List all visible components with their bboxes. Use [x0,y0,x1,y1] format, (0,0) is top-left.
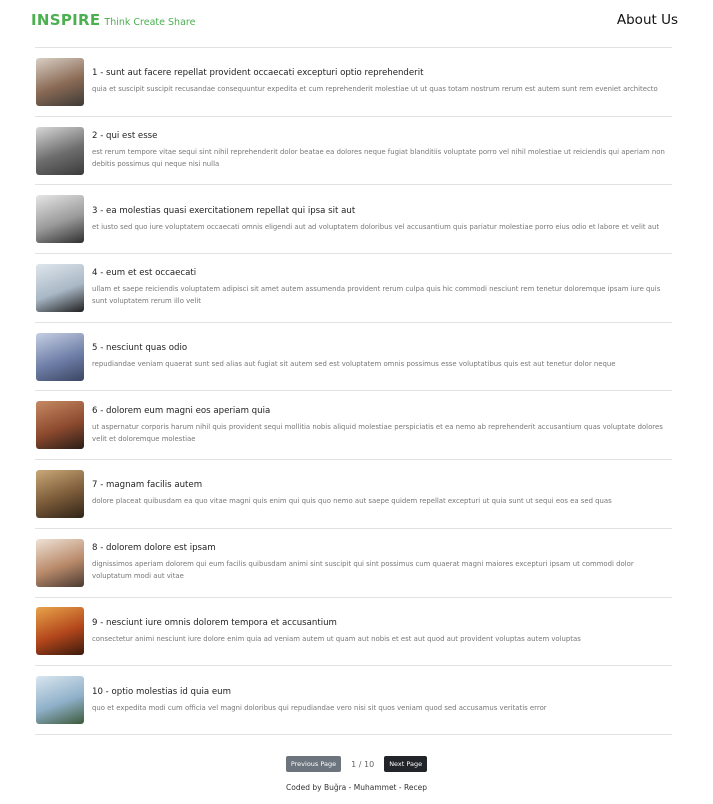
post-text: 2 - qui est esse est rerum tempore vitae … [92,131,672,170]
post-item[interactable]: 10 - optio molestias id quia eum quo et e… [35,666,672,735]
post-item[interactable]: 3 - ea molestias quasi exercitationem re… [35,185,672,255]
post-text: 6 - dolorem eum magni eos aperiam quia ut… [92,406,672,445]
post-thumbnail-image[interactable] [36,332,84,381]
post-text: 1 - sunt aut facere repellat provident o… [92,68,672,95]
post-item[interactable]: 8 - dolorem dolore est ipsam dignissimos … [35,529,672,598]
post-title[interactable]: 5 - nesciunt quas odio [92,343,672,353]
post-body: repudiandae veniam quaerat sunt sed alia… [92,360,616,369]
post-thumbnail-image[interactable] [36,538,84,587]
post-body: est rerum tempore vitae sequi sint nihil… [92,148,665,169]
post-thumbnail-image[interactable] [36,57,84,106]
post-item[interactable]: 9 - nesciunt iure omnis dolorem tempora … [35,598,672,667]
page-indicator: 1 / 10 [351,759,375,769]
post-body: dolore placeat quibusdam ea quo vitae ma… [92,497,612,506]
post-body: dignissimos aperiam dolorem qui eum faci… [92,560,634,581]
post-body: quia et suscipit suscipit recusandae con… [92,85,658,94]
post-title[interactable]: 10 - optio molestias id quia eum [92,687,672,697]
post-title[interactable]: 4 - eum et est occaecati [92,268,672,278]
post-title[interactable]: 7 - magnam facilis autem [92,480,672,490]
post-text: 10 - optio molestias id quia eum quo et e… [92,687,672,714]
post-text: 8 - dolorem dolore est ipsam dignissimos … [92,543,672,582]
post-text: 3 - ea molestias quasi exercitationem re… [92,206,672,233]
about-us-link[interactable]: About Us [617,12,678,28]
footer-credits: Coded by Buğra - Muhammet - Recep [286,783,427,792]
brand-tagline: Think Create Share [104,17,196,28]
post-thumbnail-image[interactable] [36,126,84,175]
post-body: quo et expedita modi cum officia vel mag… [92,703,547,712]
post-item[interactable]: 6 - dolorem eum magni eos aperiam quia ut… [35,391,672,461]
site-header: INSPIRE Think Create Share About Us [0,0,713,46]
post-thumbnail-image[interactable] [36,401,84,450]
post-title[interactable]: 8 - dolorem dolore est ipsam [92,543,672,553]
post-text: 5 - nesciunt quas odio repudiandae veniam… [92,343,672,370]
post-item[interactable]: 4 - eum et est occaecati ullam et saepe r… [35,254,672,323]
post-thumbnail-image[interactable] [36,676,84,725]
post-text: 7 - magnam facilis autem dolore placeat q… [92,480,672,507]
brand-name[interactable]: INSPIRE [31,11,100,29]
post-body: consectetur animi nesciunt iure dolore e… [92,634,581,643]
next-page-button[interactable]: Next Page [384,756,428,772]
post-body: ut aspernatur corporis harum nihil quis … [92,422,663,443]
post-title[interactable]: 2 - qui est esse [92,131,672,141]
post-thumbnail-image[interactable] [36,469,84,518]
post-title[interactable]: 6 - dolorem eum magni eos aperiam quia [92,406,672,416]
brand[interactable]: INSPIRE Think Create Share [31,11,195,29]
post-title[interactable]: 1 - sunt aut facere repellat provident o… [92,68,672,78]
previous-page-button[interactable]: Previous Page [285,756,342,772]
post-title[interactable]: 3 - ea molestias quasi exercitationem re… [92,206,672,216]
post-text: 9 - nesciunt iure omnis dolorem tempora … [92,618,672,645]
post-title[interactable]: 9 - nesciunt iure omnis dolorem tempora … [92,618,672,628]
post-thumbnail-image[interactable] [36,607,84,656]
post-thumbnail-image[interactable] [36,263,84,312]
post-item[interactable]: 1 - sunt aut facere repellat provident o… [35,48,672,117]
post-text: 4 - eum et est occaecati ullam et saepe r… [92,268,672,307]
post-item[interactable]: 5 - nesciunt quas odio repudiandae veniam… [35,323,672,392]
post-item[interactable]: 7 - magnam facilis autem dolore placeat q… [35,460,672,529]
post-item[interactable]: 2 - qui est esse est rerum tempore vitae … [35,117,672,186]
pagination: Previous Page 1 / 10 Next Page [0,756,713,772]
post-list: 1 - sunt aut facere repellat provident o… [35,47,672,735]
post-thumbnail-image[interactable] [36,195,84,244]
post-body: ullam et saepe reiciendis voluptatem adi… [92,285,661,306]
post-body: et iusto sed quo iure voluptatem occaeca… [92,222,660,231]
